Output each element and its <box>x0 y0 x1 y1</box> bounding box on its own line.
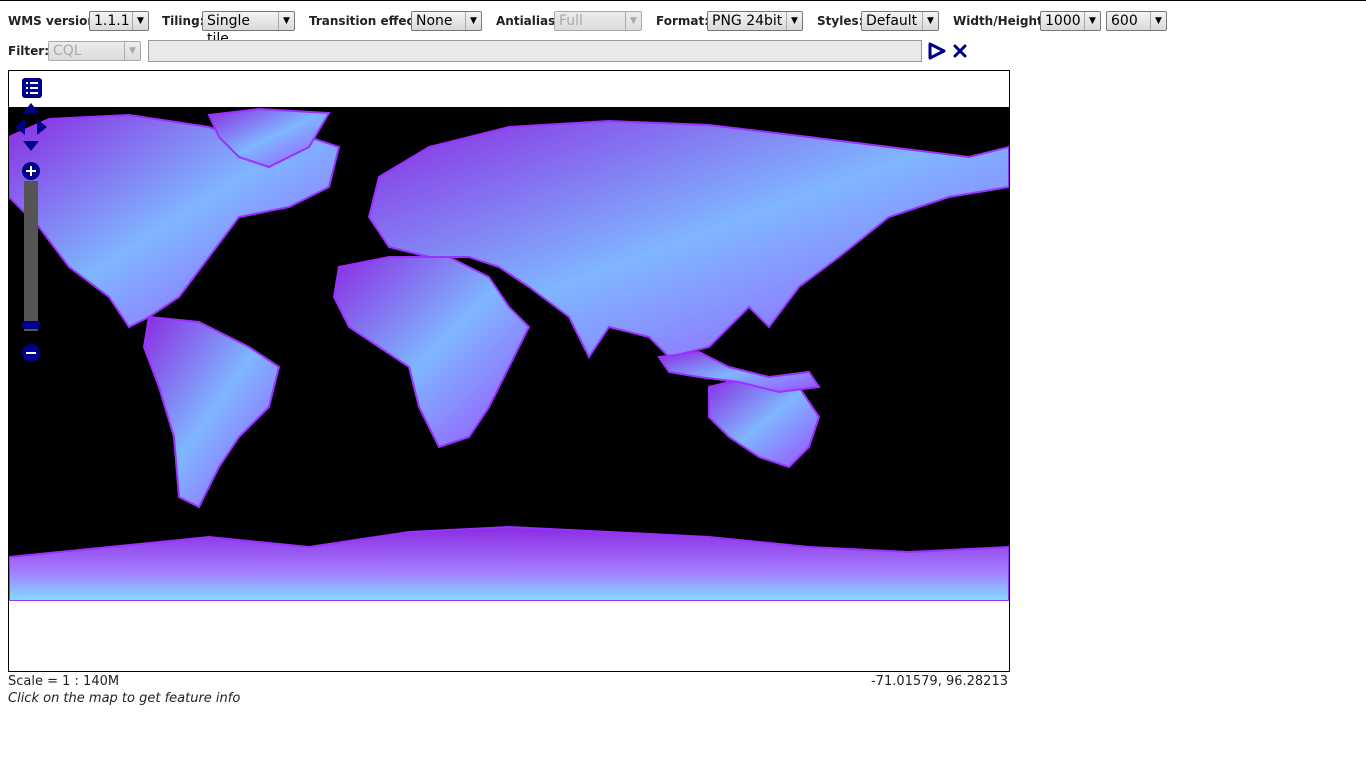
map-viewport[interactable] <box>8 70 1010 672</box>
dropdown-arrow-icon: ▼ <box>1150 12 1166 30</box>
dropdown-arrow-icon: ▼ <box>1084 12 1100 30</box>
feature-info-hint: Click on the map to get feature info <box>8 691 241 706</box>
antialias-label: Antialias: <box>496 14 561 28</box>
filter-label: Filter: <box>8 44 50 58</box>
tiling-select[interactable]: Single tile ▼ <box>202 11 295 47</box>
styles-select[interactable]: Default ▼ <box>861 11 939 31</box>
styles-label: Styles: <box>817 14 864 28</box>
pan-right-icon[interactable] <box>37 119 47 135</box>
scale-readout: Scale = 1 : 140M <box>8 674 120 689</box>
tiling-label: Tiling: <box>162 14 205 28</box>
dropdown-arrow-icon: ▼ <box>625 12 641 30</box>
pan-left-icon[interactable] <box>15 119 25 135</box>
coordinates-readout: -71.01579, 96.28213 <box>870 674 1008 689</box>
transition-label: Transition effect: <box>309 14 425 28</box>
format-select[interactable]: PNG 24bit ▼ <box>707 11 803 31</box>
zoom-slider-handle[interactable] <box>22 321 40 329</box>
filter-type-select[interactable]: CQL ▼ <box>48 41 141 61</box>
dropdown-arrow-icon: ▼ <box>922 12 938 30</box>
zoom-bar[interactable] <box>24 181 38 331</box>
filter-input[interactable] <box>148 40 922 62</box>
width-select[interactable]: 1000 ▼ <box>1040 11 1101 31</box>
size-label: Width/Height: <box>953 14 1048 28</box>
antialias-select[interactable]: Full ▼ <box>554 11 642 31</box>
options-toolbar: WMS version: 1.1.1 ▼ Tiling: Single tile ▼… <box>0 0 1366 47</box>
dropdown-arrow-icon: ▼ <box>786 12 802 30</box>
dropdown-arrow-icon: ▼ <box>278 12 294 30</box>
pan-down-icon[interactable] <box>23 141 39 151</box>
world-map-image[interactable] <box>9 107 1009 601</box>
dropdown-arrow-icon: ▼ <box>124 42 140 60</box>
dropdown-arrow-icon: ▼ <box>465 12 481 30</box>
layer-switcher-icon[interactable] <box>21 77 43 99</box>
pan-controls <box>15 103 47 151</box>
dropdown-arrow-icon: ▼ <box>132 12 148 30</box>
transition-select[interactable]: None ▼ <box>411 11 482 31</box>
wms-version-select[interactable]: 1.1.1 ▼ <box>89 11 149 31</box>
pan-up-icon[interactable] <box>23 103 39 113</box>
zoom-controls <box>22 162 40 362</box>
height-select[interactable]: 600 ▼ <box>1106 11 1167 31</box>
format-label: Format: <box>656 14 710 28</box>
apply-filter-icon[interactable] <box>927 42 947 60</box>
reset-filter-icon[interactable] <box>952 43 968 59</box>
